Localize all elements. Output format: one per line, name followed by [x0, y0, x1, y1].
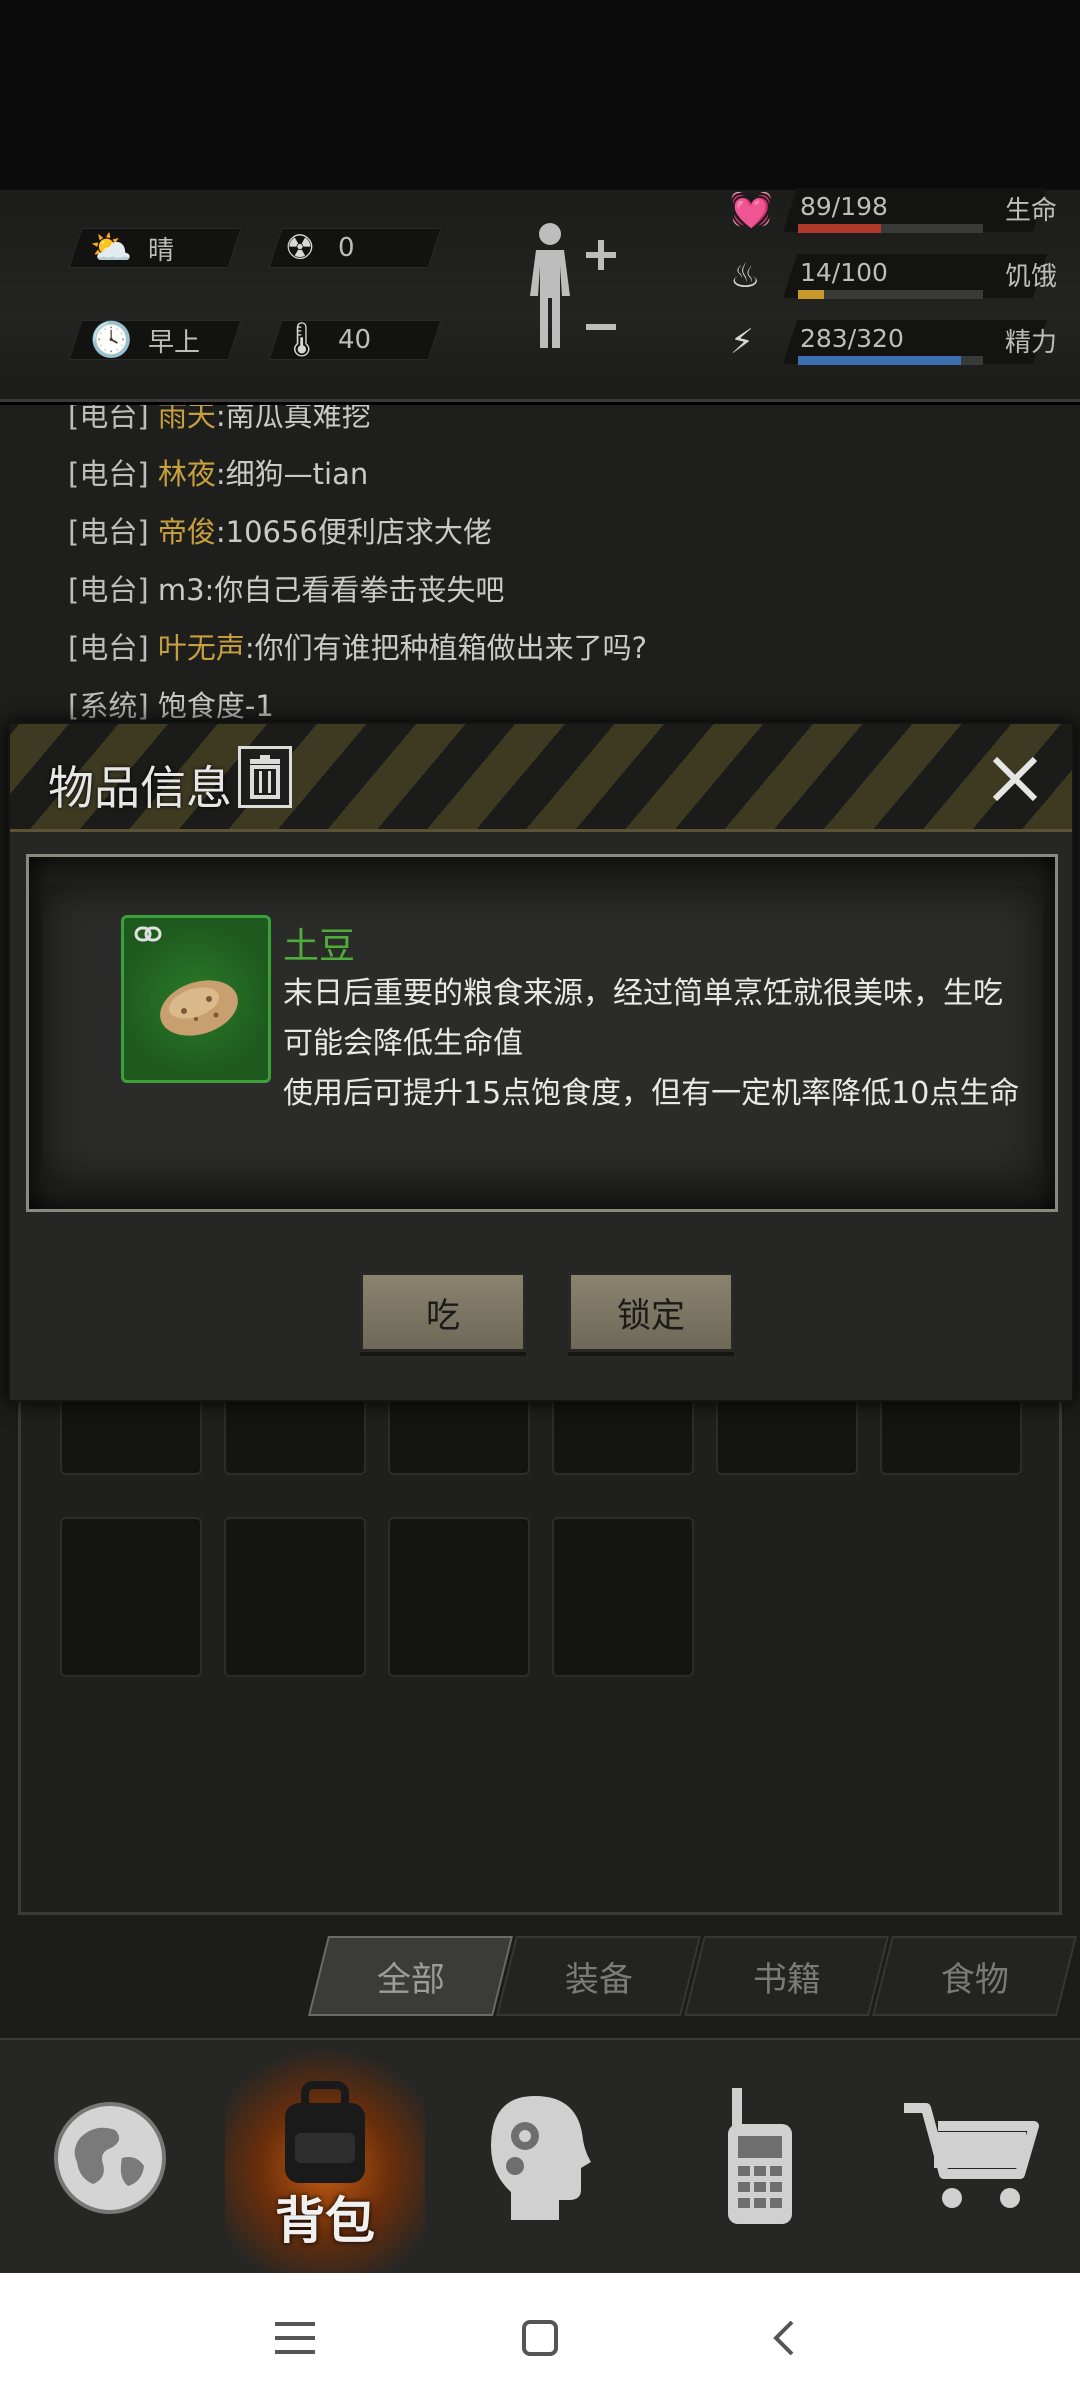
chat-line: [系统] 饱食度-1 [68, 689, 274, 723]
item-desc-line: 末日后重要的粮食来源，经过简单烹饪就很美味，生吃可能会降低生命值 [283, 976, 1003, 1061]
globe-icon [54, 2101, 166, 2214]
radiation-value: 0 [338, 233, 355, 263]
tab-food[interactable]: 食物 [872, 1936, 1077, 2016]
close-button[interactable] [980, 744, 1050, 814]
system-navigation-bar [0, 2273, 1080, 2400]
nav-radio[interactable] [660, 2040, 860, 2275]
lock-button[interactable]: 锁定 [568, 1272, 734, 1352]
chat-line: [电台] 叶无声:你们有谁把种植箱做出来了吗? [68, 631, 648, 665]
chat-line: [电台] m3:你自己看看拳击丧失吧 [68, 573, 505, 607]
chat-line: [电台] 雨天:南瓜真难挖 [68, 405, 371, 433]
dialog-title: 物品信息 [48, 761, 232, 815]
health-label: 生命 [1005, 196, 1058, 226]
inventory-slot[interactable] [552, 1517, 694, 1677]
inventory-slot[interactable] [224, 1517, 366, 1677]
heart-icon: 💓 [730, 190, 773, 230]
inventory-slot[interactable] [388, 1517, 530, 1677]
potato-icon [160, 980, 238, 1036]
clock-icon: 🕓 [90, 320, 133, 360]
chat-line: [电台] 帝俊:10656便利店求大佬 [68, 515, 492, 549]
item-info-dialog: 物品信息 土豆 末日后重要的粮食来源，经过简单烹饪就很美味，生吃可能会降低生命值… [8, 722, 1074, 1402]
item-detail-panel: 土豆 末日后重要的粮食来源，经过简单烹饪就很美味，生吃可能会降低生命值 使用后可… [26, 854, 1058, 1212]
thermometer-icon: 🌡 [280, 320, 324, 360]
tab-books[interactable]: 书籍 [684, 1936, 889, 2016]
chat-line: [电台] 林夜:细狗—tian [68, 457, 369, 491]
tab-equipment[interactable]: 装备 [496, 1936, 701, 2016]
hunger-label: 饥饿 [1005, 262, 1058, 292]
trash-icon [250, 755, 280, 799]
item-effect-line: 使用后可提升15点饱食度，但有一定机率降低10点生命 [283, 1076, 1020, 1111]
link-icon [134, 926, 162, 942]
radio-chat-log[interactable]: [电台] 雨天:南瓜真难挖 [电台] 林夜:细狗—tian [电台] 帝俊:10… [0, 405, 1080, 725]
time-label: 早上 [148, 327, 201, 358]
nav-shop[interactable] [870, 2040, 1070, 2275]
dialog-header: 物品信息 [10, 724, 1072, 832]
home-icon[interactable] [505, 2303, 575, 2373]
weather-sun-icon: ⛅ [90, 228, 133, 268]
tab-all[interactable]: 全部 [308, 1936, 513, 2016]
health-value: 89/198 [800, 192, 888, 221]
shopping-cart-icon [904, 2102, 1039, 2208]
item-name: 土豆 [283, 926, 356, 967]
nav-backpack-label: 背包 [275, 2192, 375, 2250]
inventory-slot[interactable] [60, 1517, 202, 1677]
hunger-value: 14/100 [800, 258, 888, 287]
item-icon-frame [121, 915, 271, 1083]
bottom-nav: 背包 [0, 2038, 1080, 2275]
health-row: 💓 89/198 生命 [730, 188, 1070, 233]
weather-label: 晴 [148, 235, 175, 266]
hunger-row: ♨ 14/100 饥饿 [730, 254, 1070, 299]
category-tabs: 全部 装备 书籍 食物 [300, 1936, 1077, 2016]
eat-button[interactable]: 吃 [360, 1272, 526, 1352]
nav-backpack[interactable]: 背包 [225, 2040, 425, 2275]
body-status-button[interactable] [520, 218, 630, 368]
nav-map[interactable] [10, 2040, 210, 2275]
status-panel: ⛅ 晴 ☢ 0 🕓 早上 🌡 40 💓 89/198 生命 ♨ 14/100 饥… [0, 188, 1080, 402]
energy-bar-fill [798, 356, 961, 365]
radiation-icon: ☢ [284, 228, 316, 268]
stomach-icon: ♨ [730, 256, 761, 296]
hunger-bar-fill [798, 290, 824, 299]
energy-value: 283/320 [800, 324, 904, 353]
menu-icon[interactable] [260, 2303, 330, 2373]
discard-button[interactable] [238, 746, 292, 808]
nav-skills[interactable] [440, 2040, 640, 2275]
energy-row: ⚡ 283/320 精力 [730, 320, 1070, 365]
back-icon[interactable] [748, 2303, 818, 2373]
item-description: 末日后重要的粮食来源，经过简单烹饪就很美味，生吃可能会降低生命值 使用后可提升1… [283, 969, 1023, 1119]
energy-bolt-icon: ⚡ [730, 322, 754, 362]
health-bar-fill [798, 224, 882, 233]
close-icon [992, 756, 1038, 802]
status-bar-area [0, 0, 1080, 190]
head-gear-icon [491, 2095, 591, 2220]
temperature-value: 40 [338, 325, 372, 355]
walkie-talkie-icon [728, 2087, 792, 2224]
energy-label: 精力 [1005, 328, 1058, 358]
